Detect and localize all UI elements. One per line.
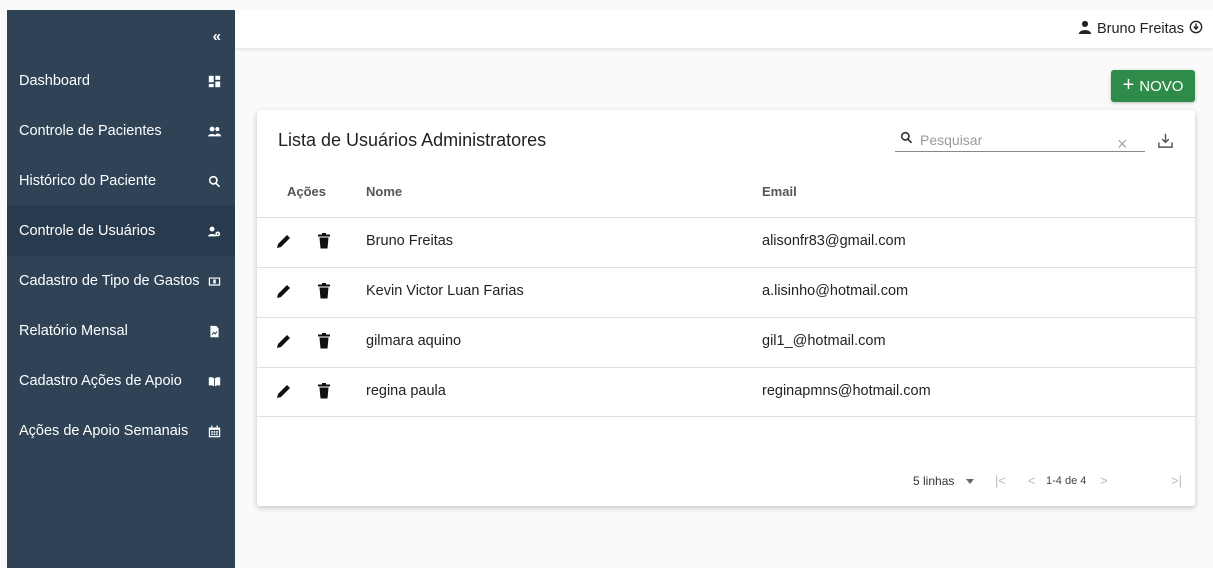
search-icon	[207, 174, 221, 188]
column-header-email[interactable]: Email	[762, 184, 797, 199]
delete-icon[interactable]	[315, 332, 333, 350]
collapse-sidebar-button[interactable]: «	[213, 28, 221, 45]
edit-icon[interactable]	[275, 332, 293, 350]
delete-icon[interactable]	[315, 382, 333, 400]
sidebar-item-relatorio-mensal[interactable]: Relatório Mensal	[7, 306, 235, 356]
edit-icon[interactable]	[275, 382, 293, 400]
table-row: Kevin Victor Luan Farias a.lisinho@hotma…	[257, 267, 1195, 317]
delete-icon[interactable]	[315, 282, 333, 300]
report-icon	[207, 324, 221, 338]
new-user-button[interactable]: + NOVO	[1111, 70, 1195, 102]
user-email-cell: alisonfr83@gmail.com	[762, 233, 906, 249]
sidebar-item-label: Relatório Mensal	[19, 323, 128, 339]
sidebar-item-label: Cadastro Ações de Apoio	[19, 373, 182, 389]
search-box	[895, 128, 1145, 152]
delete-icon[interactable]	[315, 232, 333, 250]
table-row: gilmara aquino gil1_@hotmail.com	[257, 317, 1195, 367]
user-email-cell: gil1_@hotmail.com	[762, 333, 886, 349]
account-dropdown-icon	[1189, 20, 1203, 38]
sidebar-item-historico-paciente[interactable]: Histórico do Paciente	[7, 156, 235, 206]
user-name-cell: Kevin Victor Luan Farias	[366, 283, 524, 299]
user-email-cell: reginapmns@hotmail.com	[762, 383, 931, 399]
app-root: « Dashboard Controle de Pacientes Histór…	[0, 0, 1213, 568]
sidebar-item-label: Ações de Apoio Semanais	[19, 423, 189, 439]
sidebar-item-cadastro-tipo-gastos[interactable]: Cadastro de Tipo de Gastos	[7, 256, 235, 306]
user-icon	[1078, 20, 1092, 38]
book-icon	[207, 374, 221, 388]
edit-icon[interactable]	[275, 282, 293, 300]
user-menu[interactable]: Bruno Freitas	[1078, 20, 1203, 38]
table-row: Bruno Freitas alisonfr83@gmail.com	[257, 217, 1195, 267]
admin-users-table-card: Lista de Usuários Administratores × Açõe…	[257, 110, 1195, 506]
caret-down-icon	[965, 479, 974, 485]
sidebar-item-label: Dashboard	[19, 73, 90, 89]
plus-icon: +	[1122, 74, 1135, 96]
sidebar-item-label: Histórico do Paciente	[19, 173, 157, 189]
table-row: regina paula reginapmns@hotmail.com	[257, 367, 1195, 417]
users-icon	[207, 124, 221, 138]
column-header-name[interactable]: Nome	[366, 184, 402, 199]
table-title: Lista de Usuários Administratores	[278, 130, 547, 150]
dashboard-icon	[207, 74, 221, 88]
sidebar-item-label: Controle de Usuários	[19, 223, 156, 239]
sidebar-item-label: Cadastro de Tipo de Gastos	[19, 273, 200, 289]
previous-page-button[interactable]: <	[1028, 473, 1036, 488]
search-icon	[895, 131, 913, 149]
user-name-cell: regina paula	[366, 383, 446, 399]
user-name-cell: Bruno Freitas	[366, 233, 454, 249]
calendar-icon	[207, 424, 221, 438]
page-range: 1-4 de 4	[1046, 475, 1087, 487]
top-bar: Bruno Freitas	[235, 10, 1213, 48]
sidebar-item-acoes-apoio-semanais[interactable]: Ações de Apoio Semanais	[7, 406, 235, 456]
user-name-cell: gilmara aquino	[366, 333, 462, 349]
sidebar: « Dashboard Controle de Pacientes Histór…	[7, 10, 235, 568]
sidebar-item-controle-pacientes[interactable]: Controle de Pacientes	[7, 106, 235, 156]
sidebar-item-label: Controle de Pacientes	[19, 123, 162, 139]
download-icon[interactable]	[1157, 132, 1174, 154]
user-name: Bruno Freitas	[1096, 21, 1184, 37]
user-email-cell: a.lisinho@hotmail.com	[762, 283, 909, 299]
sidebar-item-cadastro-acoes-apoio[interactable]: Cadastro Ações de Apoio	[7, 356, 235, 406]
row-divider	[257, 416, 1195, 417]
rows-per-page-value: 5 linhas	[913, 474, 955, 488]
user-cog-icon	[207, 224, 221, 238]
new-button-label: NOVO	[1139, 77, 1184, 95]
next-page-button[interactable]: >	[1100, 473, 1108, 488]
clear-search-button[interactable]: ×	[1117, 134, 1128, 155]
sidebar-item-controle-usuarios[interactable]: Controle de Usuários	[7, 206, 235, 256]
column-header-actions: Ações	[287, 184, 327, 199]
edit-icon[interactable]	[275, 232, 293, 250]
money-icon	[207, 274, 221, 288]
first-page-button[interactable]: |<	[995, 473, 1006, 488]
search-input[interactable]	[920, 131, 1090, 148]
last-page-button[interactable]: >|	[1171, 473, 1182, 488]
sidebar-item-dashboard[interactable]: Dashboard	[7, 56, 235, 106]
rows-per-page-select[interactable]: 5 linhas	[913, 474, 974, 488]
